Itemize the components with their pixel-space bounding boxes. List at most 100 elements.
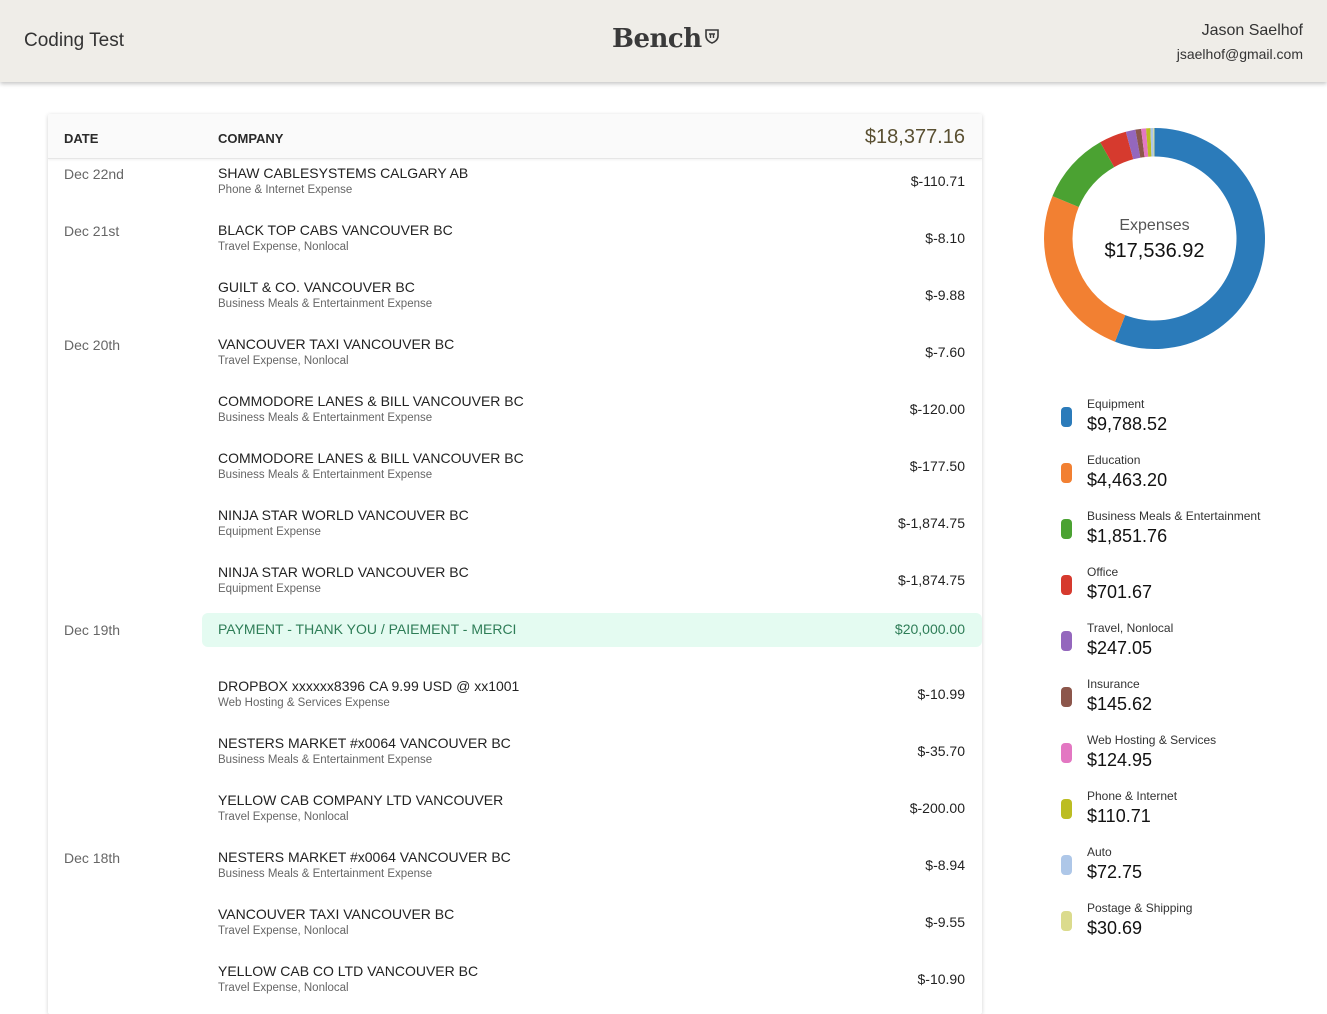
legend-category-name: Travel, Nonlocal [1087, 621, 1174, 635]
donut-slice[interactable] [1052, 142, 1115, 208]
legend-category-value: $9,788.52 [1087, 414, 1168, 434]
table-row[interactable]: Dec 18th NESTERS MARKET #x0064 VANCOUVER … [48, 834, 982, 891]
row-amount: $-120.00 [909, 401, 965, 417]
legend-item[interactable]: Equipment $9,788.52 [1061, 397, 1301, 448]
column-header-date[interactable]: DATE [64, 131, 98, 146]
row-amount: $-177.50 [909, 458, 965, 474]
row-amount: $-1,874.75 [898, 515, 965, 531]
legend-swatch [1061, 519, 1072, 539]
legend-item[interactable]: Travel, Nonlocal $247.05 [1061, 621, 1301, 672]
row-date: Dec 18th [64, 850, 121, 866]
row-company: PAYMENT - THANK YOU / PAIEMENT - MERCI [218, 621, 517, 637]
row-amount: $-10.90 [917, 971, 965, 987]
row-category: Equipment Expense [218, 583, 321, 595]
bench-shield-icon [704, 29, 719, 44]
table-row[interactable]: NINJA STAR WORLD VANCOUVER BC Equipment E… [48, 549, 982, 606]
legend-swatch [1061, 799, 1072, 819]
row-company: NINJA STAR WORLD VANCOUVER BC [218, 564, 469, 580]
user-email: jsaelhof@gmail.com [1176, 46, 1303, 62]
legend-category-name: Phone & Internet [1087, 789, 1178, 803]
legend-item[interactable]: Auto $72.75 [1061, 845, 1301, 896]
bench-logo[interactable]: Bench [612, 24, 720, 58]
legend-item[interactable]: Postage & Shipping $30.69 [1061, 901, 1301, 952]
row-category: Travel Expense, Nonlocal [218, 241, 349, 253]
legend-category-value: $110.71 [1087, 806, 1151, 826]
legend-item[interactable]: Education $4,463.20 [1061, 453, 1301, 504]
row-category: Business Meals & Entertainment Expense [218, 412, 433, 424]
legend-item[interactable]: Phone & Internet $110.71 [1061, 789, 1301, 840]
table-row[interactable]: DROPBOX xxxxxx8396 CA 9.99 USD @ xx1001 W… [48, 663, 982, 720]
row-amount: $-9.88 [925, 287, 965, 303]
legend-swatch [1061, 911, 1072, 931]
row-date: Dec 20th [64, 337, 121, 353]
legend-item[interactable]: Web Hosting & Services $124.95 [1061, 733, 1301, 784]
legend-item[interactable]: Business Meals & Entertainment $1,851.76 [1061, 509, 1301, 560]
row-date: Dec 21st [64, 223, 120, 239]
balance-total: $18,377.16 [864, 126, 965, 148]
row-company: COMMODORE LANES & BILL VANCOUVER BC [218, 393, 524, 409]
table-row[interactable]: NINJA STAR WORLD VANCOUVER BC Equipment E… [48, 492, 982, 549]
logo-wordmark: Bench [612, 24, 702, 54]
row-category: Web Hosting & Services Expense [218, 697, 390, 709]
legend-swatch [1061, 407, 1072, 427]
donut-slice[interactable] [1115, 128, 1265, 349]
legend-item[interactable]: Insurance $145.62 [1061, 677, 1301, 728]
row-company: DROPBOX xxxxxx8396 CA 9.99 USD @ xx1001 [218, 678, 520, 694]
legend-category-name: Equipment [1087, 397, 1145, 411]
legend-swatch [1061, 463, 1072, 483]
table-row[interactable]: NESTERS MARKET #x0064 VANCOUVER BC Busine… [48, 720, 982, 777]
row-company: COMMODORE LANES & BILL VANCOUVER BC [218, 450, 524, 466]
legend-category-name: Office [1087, 565, 1119, 579]
row-company: GUILT & CO. VANCOUVER BC [218, 279, 415, 295]
user-name[interactable]: Jason Saelhof [1202, 22, 1303, 40]
table-row[interactable]: Dec 22nd SHAW CABLESYSTEMS CALGARY AB Phon… [48, 150, 982, 207]
legend-category-name: Business Meals & Entertainment [1087, 509, 1261, 523]
row-company: SHAW CABLESYSTEMS CALGARY AB [218, 165, 469, 181]
row-amount: $-7.60 [925, 344, 965, 360]
row-amount: $-10.99 [917, 686, 965, 702]
row-category: Business Meals & Entertainment Expense [218, 754, 433, 766]
row-category: Travel Expense, Nonlocal [218, 982, 349, 994]
legend-category-value: $30.69 [1087, 918, 1143, 938]
legend-swatch [1061, 687, 1072, 707]
legend-item[interactable]: Office $701.67 [1061, 565, 1301, 616]
legend-category-value: $124.95 [1087, 750, 1153, 770]
row-company: YELLOW CAB CO LTD VANCOUVER BC [218, 963, 479, 979]
row-category: Phone & Internet Expense [218, 184, 353, 196]
table-row[interactable]: Dec 20th VANCOUVER TAXI VANCOUVER BC Trave… [48, 321, 982, 378]
legend-category-value: $4,463.20 [1087, 470, 1168, 490]
column-header-company[interactable]: COMPANY [218, 131, 283, 146]
table-row[interactable]: COMMODORE LANES & BILL VANCOUVER BC Busin… [48, 378, 982, 435]
row-amount: $-8.94 [925, 857, 965, 873]
row-amount: $-200.00 [909, 800, 965, 816]
transactions-table: DATE COMPANY $18,377.16 Dec 22nd SHAW CAB… [48, 114, 982, 1014]
row-category: Business Meals & Entertainment Expense [218, 868, 433, 880]
table-row[interactable]: YELLOW CAB CO LTD VANCOUVER BC Travel Exp… [48, 948, 982, 1005]
legend-swatch [1061, 743, 1072, 763]
row-category: Equipment Expense [218, 526, 321, 538]
table-row[interactable]: VANCOUVER TAXI VANCOUVER BC Travel Expens… [48, 891, 982, 948]
legend-category-value: $1,851.76 [1087, 526, 1168, 546]
table-row[interactable]: YELLOW CAB COMPANY LTD VANCOUVER Travel E… [48, 777, 982, 834]
top-bar: Coding Test Bench Jason Saelhof jsaelhof… [0, 0, 1327, 82]
legend-swatch [1061, 855, 1072, 875]
legend-swatch [1061, 631, 1072, 651]
legend-category-value: $247.05 [1087, 638, 1153, 658]
legend-category-name: Postage & Shipping [1087, 901, 1193, 915]
table-row[interactable]: GUILT & CO. VANCOUVER BC Business Meals &… [48, 264, 982, 321]
row-category: Travel Expense, Nonlocal [218, 811, 349, 823]
row-company: YELLOW CAB COMPANY LTD VANCOUVER [218, 792, 504, 808]
row-company: NINJA STAR WORLD VANCOUVER BC [218, 507, 469, 523]
legend-category-value: $145.62 [1087, 694, 1153, 714]
legend-category-value: $701.67 [1087, 582, 1153, 602]
table-row[interactable]: Dec 21st BLACK TOP CABS VANCOUVER BC Trave… [48, 207, 982, 264]
row-amount: $-1,874.75 [898, 572, 965, 588]
row-date: Dec 22nd [64, 166, 124, 182]
row-company: BLACK TOP CABS VANCOUVER BC [218, 222, 453, 238]
row-date: Dec 19th [64, 622, 121, 638]
row-amount: $-9.55 [925, 914, 965, 930]
row-category: Business Meals & Entertainment Expense [218, 298, 433, 310]
table-row[interactable]: Dec 19th PAYMENT - THANK YOU / PAIEMENT -… [48, 606, 982, 663]
row-amount: $-35.70 [917, 743, 965, 759]
table-row[interactable]: COMMODORE LANES & BILL VANCOUVER BC Busin… [48, 435, 982, 492]
